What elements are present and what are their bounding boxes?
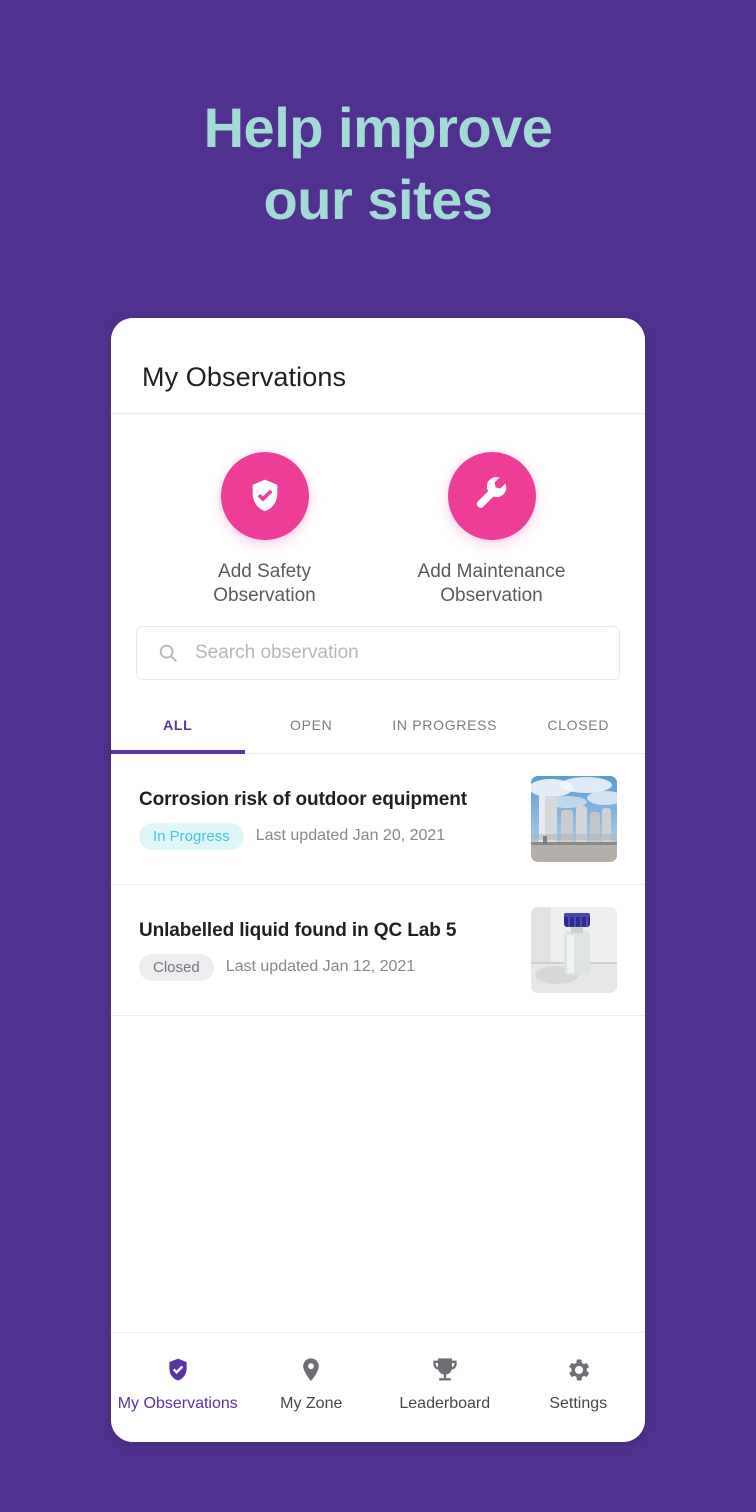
status-bar: [111, 318, 645, 342]
status-badge: Closed: [139, 953, 214, 981]
wrench-icon: [472, 476, 512, 516]
observation-list-item[interactable]: Unlabelled liquid found in QC Lab 5 Clos…: [111, 885, 645, 1016]
observation-details: Unlabelled liquid found in QC Lab 5 Clos…: [139, 920, 517, 981]
nav-item-leaderboard-label: Leaderboard: [399, 1395, 491, 1412]
add-safety-observation-label: Add Safety Observation: [213, 560, 315, 608]
bottom-navigation: My Observations My Zone Leaderboard Sett…: [111, 1332, 645, 1442]
industrial-tanks-photo: [531, 776, 617, 862]
nav-item-settings-label: Settings: [549, 1395, 608, 1412]
promo-headline-line-1: Help improve: [203, 96, 553, 159]
map-pin-icon: [297, 1356, 325, 1384]
nav-item-my-observations-label: My Observations: [117, 1395, 238, 1412]
observation-list: Corrosion risk of outdoor equipment In P…: [111, 754, 645, 1016]
shield-check-icon: [245, 476, 285, 516]
status-filter-tabs: ALL OPEN IN PROGRESS CLOSED: [111, 698, 645, 754]
add-maintenance-observation-label-line-2: Observation: [440, 585, 543, 606]
search-box[interactable]: [136, 626, 620, 680]
add-maintenance-observation-button[interactable]: Add Maintenance Observation: [378, 452, 605, 626]
app-header: My Observations: [111, 342, 645, 414]
tab-in-progress-label: IN PROGRESS: [392, 716, 498, 733]
trophy-icon: [431, 1356, 459, 1384]
observation-title: Corrosion risk of outdoor equipment: [139, 788, 467, 810]
phone-screen: My Observations Add Safety Observation A…: [111, 318, 645, 1442]
add-maintenance-observation-circle[interactable]: [447, 452, 536, 540]
add-maintenance-observation-label-line-1: Add Maintenance: [417, 561, 566, 582]
quick-actions: Add Safety Observation Add Maintenance O…: [111, 414, 645, 626]
shield-check-icon: [164, 1356, 192, 1384]
list-empty-space: [111, 1016, 645, 1332]
tab-all-label: ALL: [163, 716, 193, 733]
observation-thumbnail[interactable]: [531, 907, 617, 993]
observation-list-item[interactable]: Corrosion risk of outdoor equipment In P…: [111, 754, 645, 885]
tab-in-progress[interactable]: IN PROGRESS: [378, 698, 512, 753]
search-icon: [157, 642, 179, 664]
status-badge: In Progress: [139, 822, 244, 850]
search-section: [111, 626, 645, 698]
page-title: My Observations: [142, 362, 347, 392]
gear-icon: [564, 1356, 592, 1384]
tab-open-label: OPEN: [290, 716, 333, 733]
add-safety-observation-label-line-2: Observation: [213, 585, 316, 606]
nav-item-my-zone[interactable]: My Zone: [245, 1356, 379, 1413]
observation-updated: Last updated Jan 12, 2021: [225, 958, 416, 975]
tab-open[interactable]: OPEN: [245, 698, 379, 753]
add-safety-observation-label-line-1: Add Safety: [218, 561, 311, 582]
tab-closed[interactable]: CLOSED: [512, 698, 646, 753]
promo-headline: Help improve our sites: [0, 92, 756, 236]
tab-all[interactable]: ALL: [111, 698, 245, 754]
tab-closed-label: CLOSED: [547, 716, 610, 733]
search-input[interactable]: [195, 642, 599, 664]
add-safety-observation-button[interactable]: Add Safety Observation: [151, 452, 378, 626]
glass-bottle-photo: [531, 907, 617, 993]
observation-meta: In Progress Last updated Jan 20, 2021: [139, 822, 517, 850]
add-maintenance-observation-label: Add Maintenance Observation: [418, 560, 566, 608]
observation-details: Corrosion risk of outdoor equipment In P…: [139, 789, 517, 850]
nav-item-my-observations[interactable]: My Observations: [111, 1356, 245, 1413]
nav-item-leaderboard[interactable]: Leaderboard: [378, 1356, 512, 1413]
observation-updated: Last updated Jan 20, 2021: [255, 827, 446, 844]
promo-headline-line-2: our sites: [263, 168, 493, 231]
observation-meta: Closed Last updated Jan 12, 2021: [139, 953, 517, 981]
observation-thumbnail[interactable]: [531, 776, 617, 862]
nav-item-settings[interactable]: Settings: [512, 1356, 646, 1413]
observation-title: Unlabelled liquid found in QC Lab 5: [139, 919, 457, 941]
nav-item-my-zone-label: My Zone: [280, 1395, 343, 1412]
add-safety-observation-circle[interactable]: [220, 452, 309, 540]
